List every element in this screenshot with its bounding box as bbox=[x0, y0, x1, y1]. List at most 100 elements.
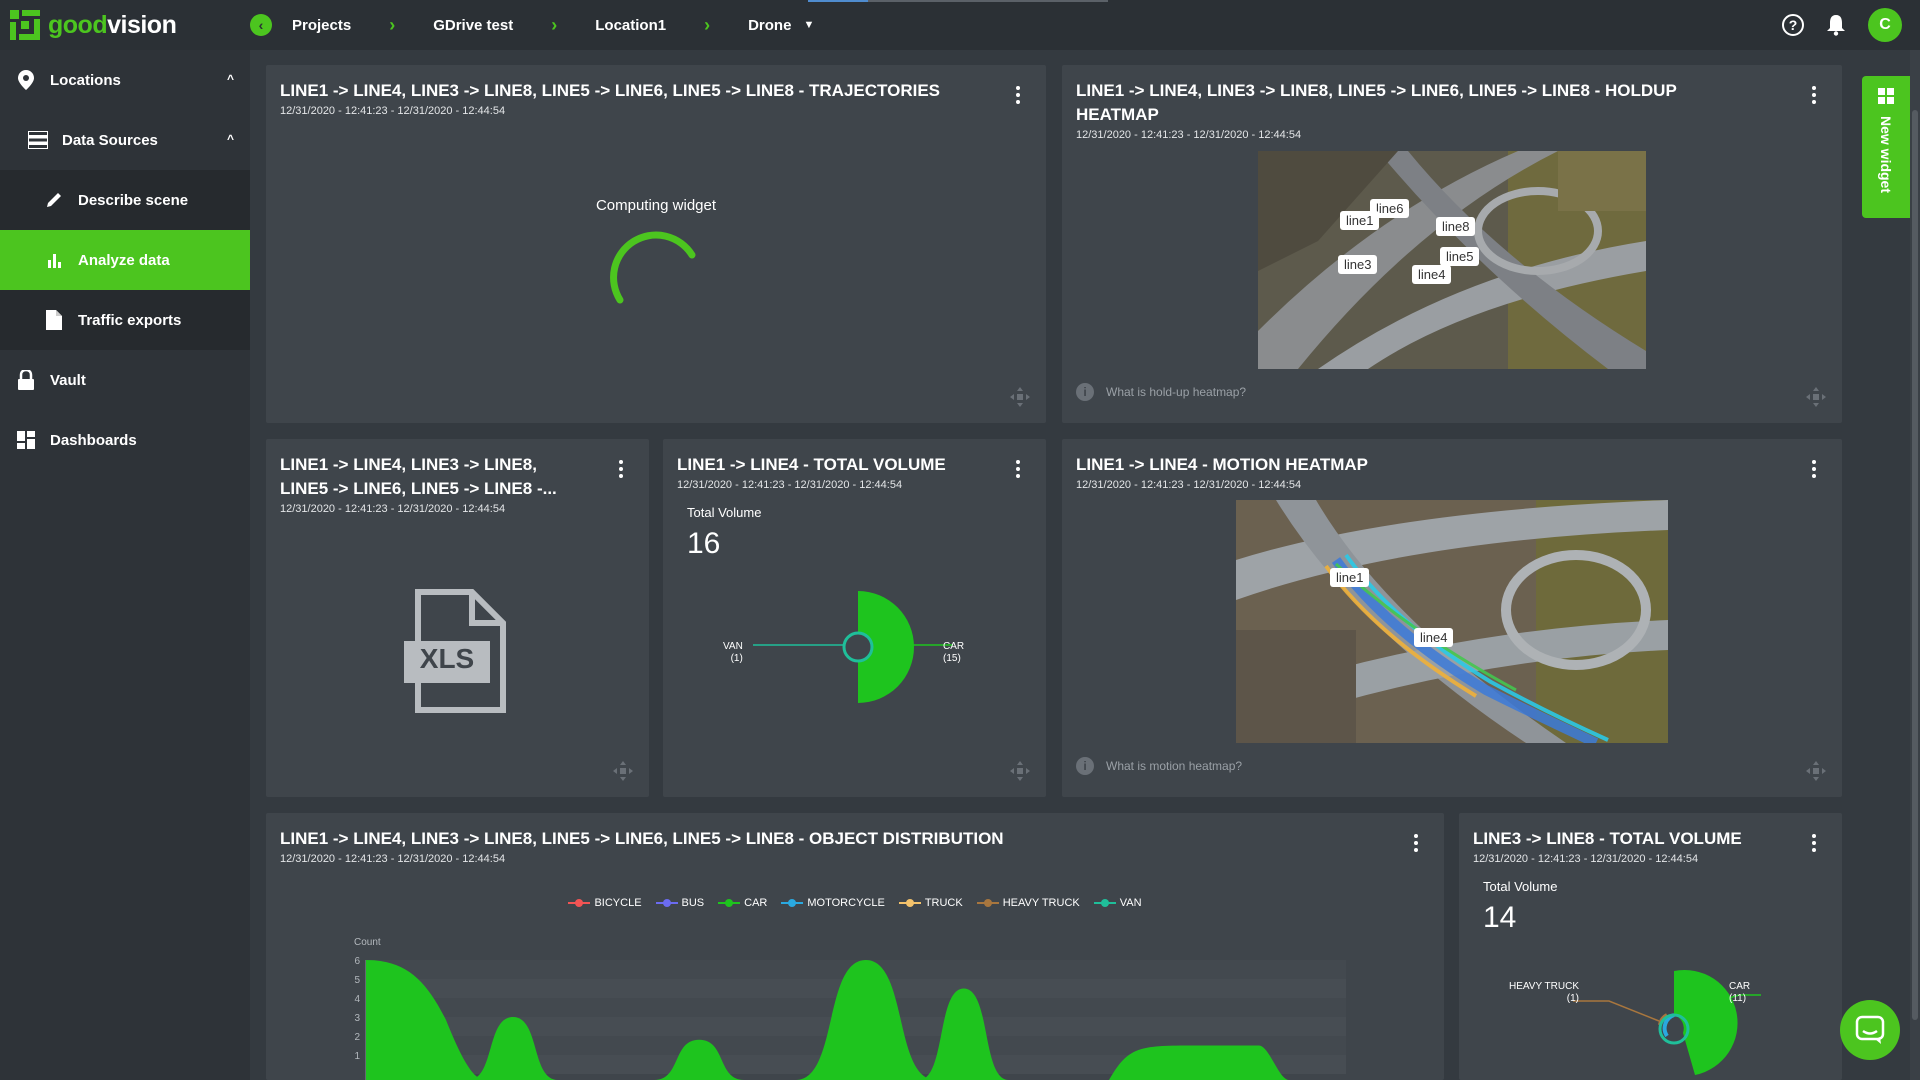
legend-marker bbox=[655, 899, 678, 907]
widget-date-range: 12/31/2020 - 12:41:23 - 12/31/2020 - 12:… bbox=[280, 853, 506, 865]
new-widget-button[interactable]: New widget bbox=[1862, 76, 1910, 218]
loading-spinner-icon bbox=[610, 231, 696, 304]
chevron-right-icon: › bbox=[704, 14, 711, 35]
legend-marker bbox=[1093, 899, 1116, 907]
top-bar: goodvision ‹ Projects › GDrive test › Lo… bbox=[0, 0, 1920, 50]
grid-icon bbox=[1878, 88, 1894, 104]
breadcrumb: ‹ Projects › GDrive test › Location1 › D… bbox=[250, 0, 814, 50]
legend-marker bbox=[781, 899, 804, 907]
sidebar-item-label: Locations bbox=[50, 71, 121, 89]
holdup-heatmap-image: line6 line1 line8 line3 line5 line4 bbox=[1258, 151, 1646, 369]
widget-date-range: 12/31/2020 - 12:41:23 - 12/31/2020 - 12:… bbox=[1473, 853, 1699, 865]
breadcrumb-projects[interactable]: Projects bbox=[292, 17, 351, 34]
info-text: What is motion heatmap? bbox=[1106, 759, 1243, 773]
legend-label: TRUCK bbox=[924, 897, 963, 909]
breadcrumb-drone[interactable]: Drone bbox=[748, 17, 791, 34]
logo-icon bbox=[10, 10, 40, 40]
chart-legend: BICYCLE BUS CAR MOTORCYCLE TRUCK HEAVY TRUCK V… bbox=[266, 897, 1444, 909]
drag-handle-icon[interactable] bbox=[1010, 761, 1030, 781]
bell-icon[interactable] bbox=[1826, 14, 1846, 36]
back-icon[interactable]: ‹ bbox=[250, 14, 272, 36]
scrollbar-thumb[interactable] bbox=[1912, 110, 1918, 1020]
more-vert-icon[interactable] bbox=[1806, 457, 1822, 481]
dashboard-icon bbox=[16, 430, 36, 450]
widget-date-range: 12/31/2020 - 12:41:23 - 12/31/2020 - 12:… bbox=[1076, 129, 1302, 141]
sidebar: Locations ^ Data Sources ^ Describe scen… bbox=[0, 50, 250, 1080]
sidebar-item-data-sources[interactable]: Data Sources ^ bbox=[0, 110, 250, 170]
widget-title: LINE1 -> LINE4 - TOTAL VOLUME bbox=[677, 455, 946, 474]
breadcrumb-gdrive-test[interactable]: GDrive test bbox=[433, 17, 513, 34]
legend-marker bbox=[976, 899, 999, 907]
legend-label: BUS bbox=[681, 897, 705, 909]
sidebar-item-traffic-exports[interactable]: Traffic exports bbox=[0, 290, 250, 350]
logo[interactable]: goodvision bbox=[0, 0, 250, 50]
sidebar-item-analyze-data[interactable]: Analyze data bbox=[0, 230, 250, 290]
sidebar-item-describe-scene[interactable]: Describe scene bbox=[0, 170, 250, 230]
line-label: line1 bbox=[1330, 568, 1370, 587]
holdup-info-link[interactable]: i What is hold-up heatmap? bbox=[1076, 383, 1246, 401]
legend-item[interactable]: MOTORCYCLE bbox=[781, 897, 885, 909]
drag-handle-icon[interactable] bbox=[1010, 387, 1030, 407]
y-tick-label: 6 bbox=[354, 956, 360, 967]
sidebar-item-label: Vault bbox=[50, 371, 86, 389]
heavy-truck-label: HEAVY TRUCK (1) bbox=[1508, 981, 1579, 1004]
donut-slice-car bbox=[858, 591, 914, 703]
y-tick-label: 1 bbox=[354, 1051, 360, 1062]
drag-handle-icon[interactable] bbox=[1806, 387, 1826, 407]
legend-item[interactable]: CAR bbox=[718, 897, 767, 909]
help-icon[interactable]: ? bbox=[1782, 14, 1804, 36]
info-icon: i bbox=[1076, 383, 1094, 401]
chevron-up-icon[interactable]: ^ bbox=[227, 72, 234, 86]
distribution-chart: 1 2 3 4 5 6 bbox=[354, 956, 1346, 1080]
line-label: line3 bbox=[1338, 255, 1378, 274]
widget-title: LINE1 -> LINE4, LINE3 -> LINE8, LINE5 -> … bbox=[280, 455, 557, 498]
lock-icon bbox=[16, 370, 36, 390]
caret-down-icon[interactable]: ▼ bbox=[803, 19, 814, 31]
more-vert-icon[interactable] bbox=[1010, 457, 1026, 481]
chart-y-axis-label: Count bbox=[354, 937, 381, 948]
widget-object-distribution: LINE1 -> LINE4, LINE3 -> LINE8, LINE5 ->… bbox=[266, 813, 1444, 1080]
more-vert-icon[interactable] bbox=[1010, 83, 1026, 107]
drag-handle-icon[interactable] bbox=[613, 761, 633, 781]
widget-title: LINE1 -> LINE4, LINE3 -> LINE8, LINE5 ->… bbox=[1076, 81, 1677, 124]
chevron-up-icon[interactable]: ^ bbox=[227, 132, 234, 146]
widget-date-range: 12/31/2020 - 12:41:23 - 12/31/2020 - 12:… bbox=[1076, 479, 1302, 491]
chat-button[interactable] bbox=[1840, 1000, 1900, 1060]
widget-title: LINE3 -> LINE8 - TOTAL VOLUME bbox=[1473, 829, 1742, 848]
motion-info-link[interactable]: i What is motion heatmap? bbox=[1076, 757, 1242, 775]
widget-trajectories: LINE1 -> LINE4, LINE3 -> LINE8, LINE5 ->… bbox=[266, 65, 1046, 423]
new-widget-label: New widget bbox=[1878, 116, 1894, 194]
legend-item[interactable]: VAN bbox=[1093, 897, 1142, 909]
file-type-label: XLS bbox=[419, 643, 475, 674]
sidebar-item-locations[interactable]: Locations ^ bbox=[0, 50, 250, 110]
legend-label: CAR bbox=[744, 897, 768, 909]
breadcrumb-location1[interactable]: Location1 bbox=[595, 17, 666, 34]
chat-icon bbox=[1855, 1015, 1885, 1044]
drag-handle-icon[interactable] bbox=[1806, 761, 1826, 781]
sidebar-item-dashboards[interactable]: Dashboards bbox=[0, 410, 250, 470]
widget-date-range: 12/31/2020 - 12:41:23 - 12/31/2020 - 12:… bbox=[677, 479, 903, 491]
more-vert-icon[interactable] bbox=[613, 457, 629, 481]
bar-chart-icon bbox=[44, 250, 64, 270]
line-label: line1 bbox=[1340, 211, 1380, 230]
sidebar-item-vault[interactable]: Vault bbox=[0, 350, 250, 410]
legend-item[interactable]: HEAVY TRUCK bbox=[976, 897, 1080, 909]
more-vert-icon[interactable] bbox=[1408, 831, 1424, 855]
total-volume-value: 14 bbox=[1483, 901, 1517, 934]
legend-item[interactable]: TRUCK bbox=[898, 897, 963, 909]
chevron-right-icon: › bbox=[551, 14, 558, 35]
legend-item[interactable]: BUS bbox=[655, 897, 705, 909]
sidebar-item-label: Dashboards bbox=[50, 431, 137, 449]
more-vert-icon[interactable] bbox=[1806, 83, 1822, 107]
xls-file-icon[interactable]: XLS bbox=[404, 589, 506, 713]
scrollbar[interactable] bbox=[1910, 50, 1920, 1080]
y-tick-label: 2 bbox=[354, 1032, 360, 1043]
line-label: line4 bbox=[1412, 265, 1452, 284]
y-tick-label: 3 bbox=[354, 1013, 360, 1024]
avatar[interactable]: C bbox=[1868, 8, 1902, 42]
more-vert-icon[interactable] bbox=[1806, 831, 1822, 855]
sidebar-item-label: Analyze data bbox=[78, 251, 170, 269]
motion-heatmap-image: line1 line4 bbox=[1236, 500, 1668, 743]
legend-item[interactable]: BICYCLE bbox=[568, 897, 642, 909]
info-icon: i bbox=[1076, 757, 1094, 775]
